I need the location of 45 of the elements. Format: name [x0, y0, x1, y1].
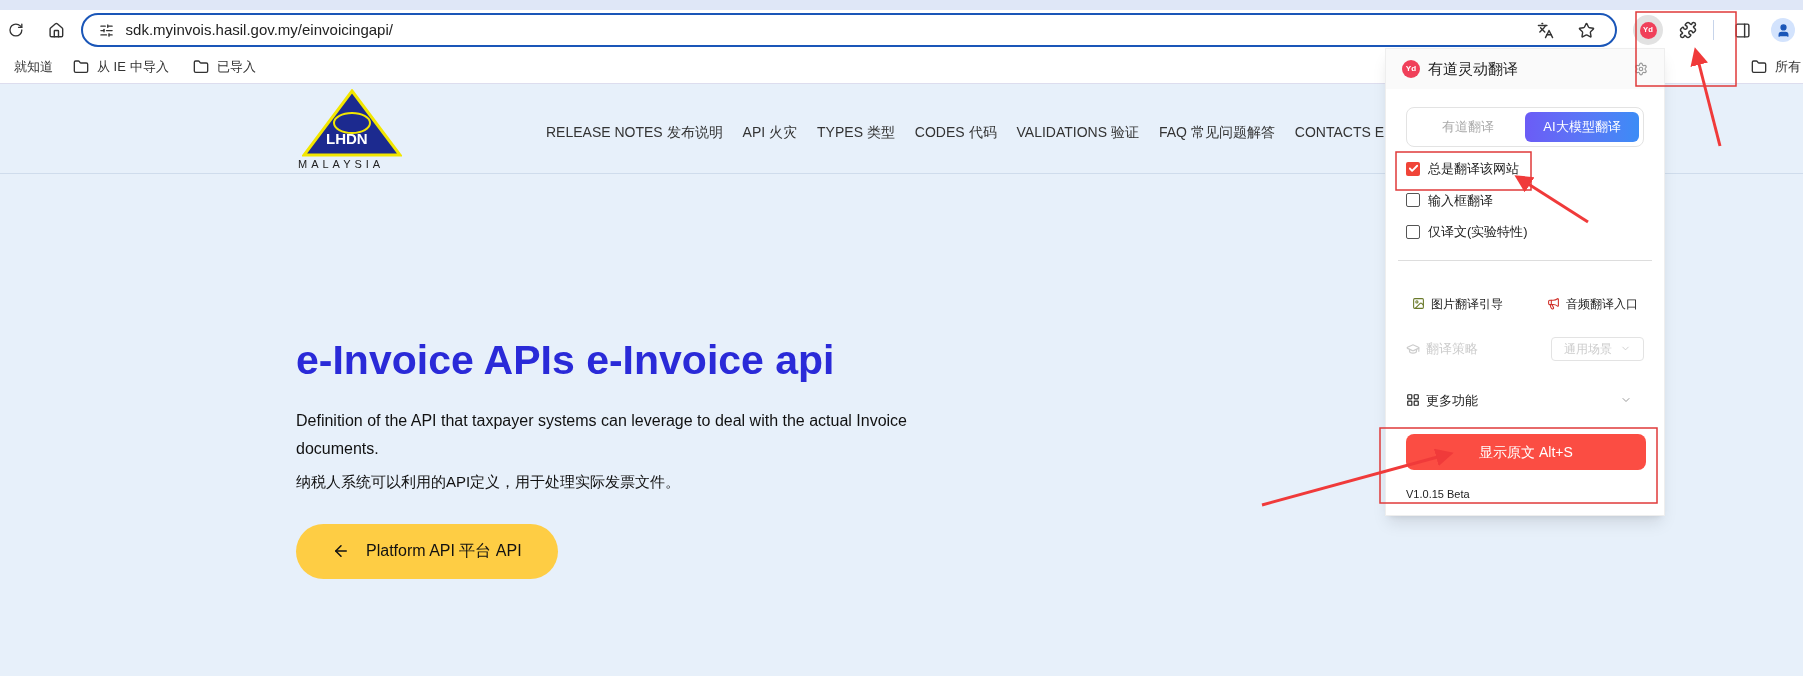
- folder-icon: [1751, 58, 1767, 75]
- bookmark-item[interactable]: 已导入: [192, 56, 256, 77]
- nav-link[interactable]: FAQ 常见问题解答: [1158, 122, 1275, 143]
- home-icon[interactable]: [47, 21, 65, 39]
- profile-avatar[interactable]: [1771, 18, 1795, 42]
- mode-tab[interactable]: AI大模型翻译: [1525, 112, 1639, 142]
- option-label: 仅译文(实验特性): [1428, 223, 1528, 241]
- checkbox[interactable]: [1406, 224, 1420, 239]
- strategy-icon: [1406, 341, 1420, 356]
- megaphone-icon: [1547, 297, 1560, 310]
- more-features[interactable]: 更多功能: [1426, 390, 1620, 410]
- url-text: sdk.myinvois.hasil.gov.my/einvoicingapi/: [125, 19, 394, 40]
- platform-api-button[interactable]: Platform API 平台 API: [296, 523, 558, 579]
- popup-title: 有道灵动翻译: [1428, 58, 1519, 79]
- nav-link[interactable]: CONTACTS E: [1294, 122, 1385, 143]
- folder-icon: [192, 58, 209, 75]
- checkbox[interactable]: [1406, 161, 1420, 176]
- folder-icon: [73, 58, 89, 75]
- grid-icon: [1406, 393, 1420, 408]
- checkbox[interactable]: [1406, 193, 1420, 208]
- option-label: 总是翻译该网站: [1428, 160, 1519, 178]
- option-label: 输入框翻译: [1428, 191, 1493, 210]
- description: Definition of the API that taxpayer systems can leverage to deal with the actual Invoice documents.: [296, 411, 908, 459]
- image-icon: [1412, 297, 1425, 310]
- version-text: V1.0.15 Beta: [1405, 487, 1471, 502]
- reload-icon[interactable]: [8, 22, 24, 38]
- star-icon[interactable]: [1578, 21, 1595, 39]
- all-bookmarks[interactable]: 所有: [1751, 56, 1801, 77]
- audio-translate-link[interactable]: 音频翻译入口: [1547, 294, 1638, 313]
- translate-icon[interactable]: [1537, 21, 1554, 39]
- page-title: e-Invoice APIs e-Invoice api: [296, 340, 835, 381]
- bookmark-item[interactable]: 就知道: [14, 56, 53, 77]
- nav-link[interactable]: CODES 代码: [914, 122, 997, 143]
- nav-link[interactable]: VALIDATIONS 验证: [1016, 122, 1139, 143]
- bookmark-item[interactable]: 从 IE 中导入: [73, 56, 169, 77]
- app-logo: Yd: [1402, 60, 1420, 78]
- nav-link[interactable]: RELEASE NOTES 发布说明: [546, 122, 723, 143]
- side-panel-icon[interactable]: [1734, 21, 1751, 39]
- image-guide-link[interactable]: 图片翻译引导: [1412, 294, 1503, 313]
- nav-link[interactable]: TYPES 类型: [817, 122, 895, 143]
- extensions-icon[interactable]: [1679, 21, 1697, 39]
- nav-link[interactable]: API 火灾: [742, 122, 798, 143]
- settings-icon[interactable]: [1634, 62, 1648, 76]
- site-settings-icon[interactable]: [98, 22, 114, 38]
- address-bar[interactable]: sdk.myinvois.hasil.gov.my/einvoicingapi/: [80, 13, 1617, 47]
